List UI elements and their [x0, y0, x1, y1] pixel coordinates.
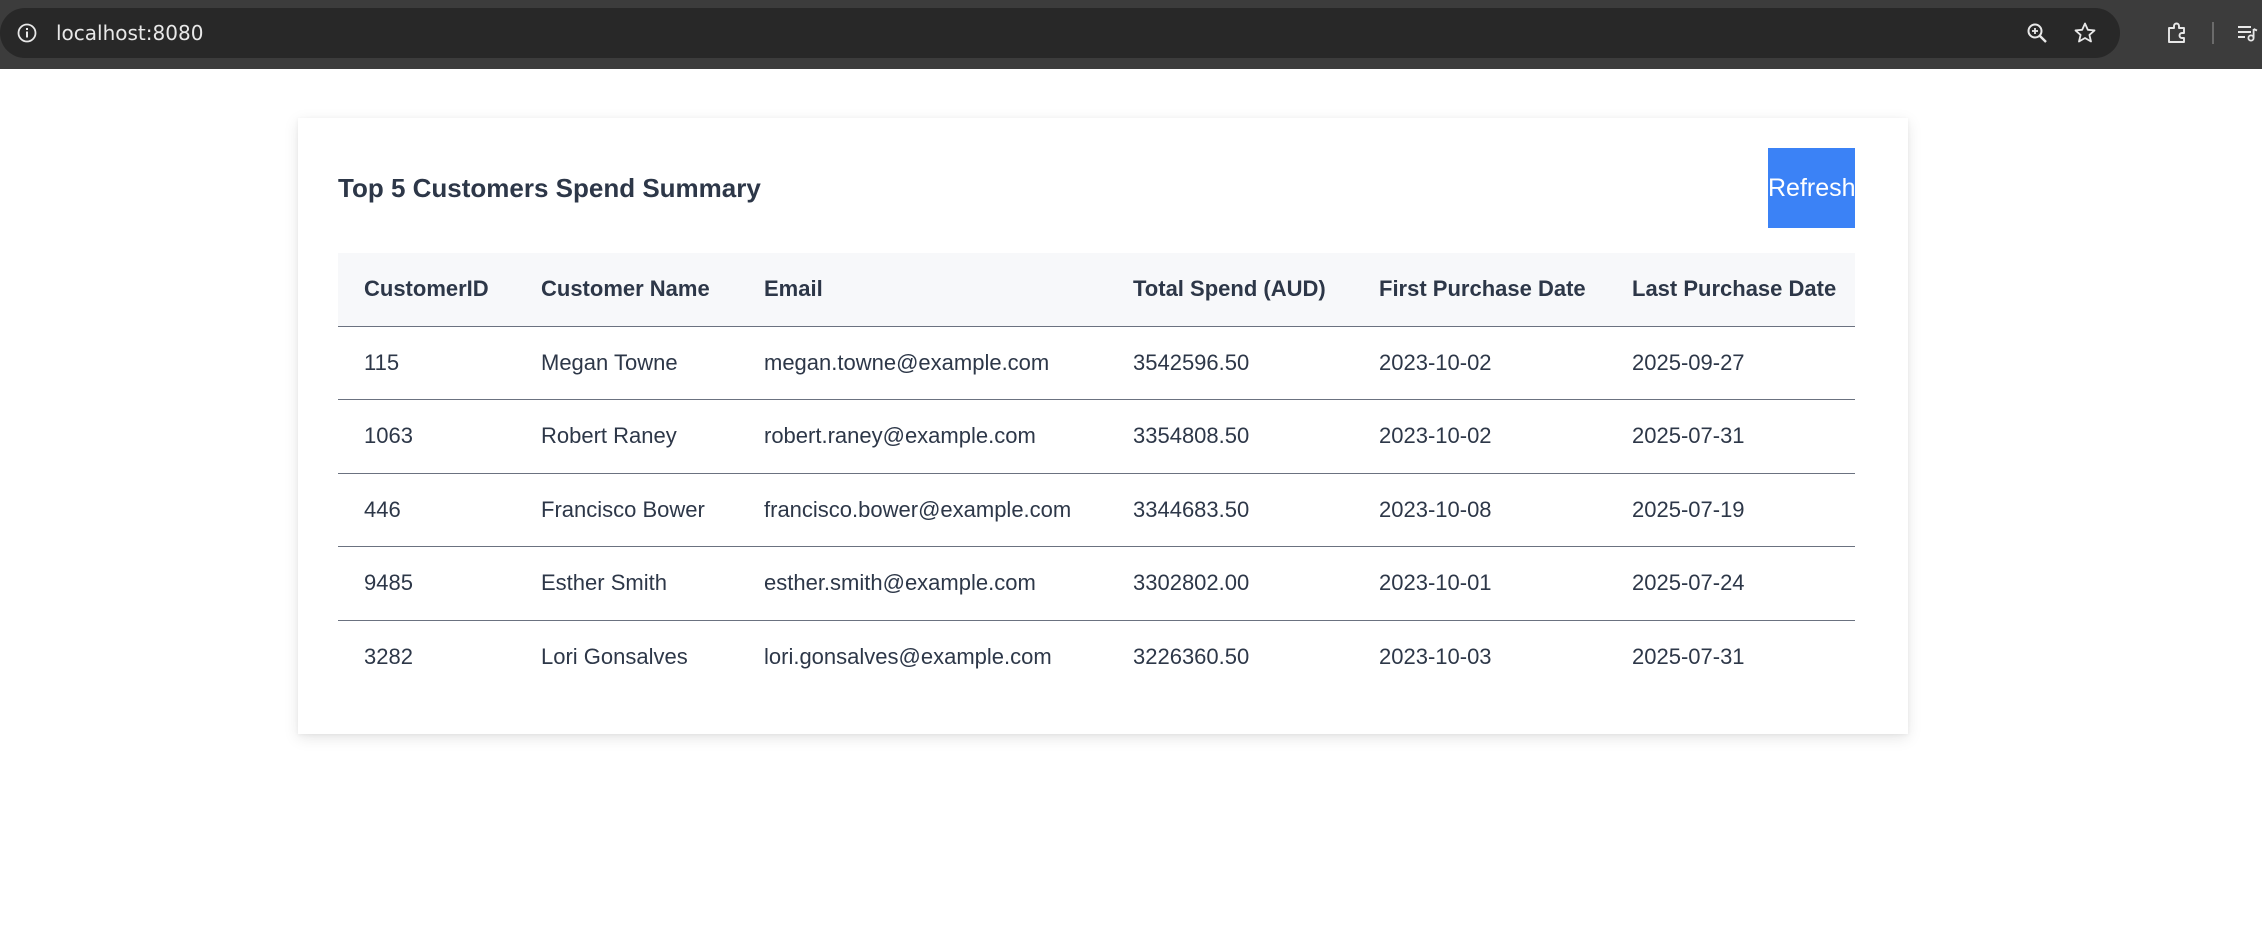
table-row: 1063 Robert Raney robert.raney@example.c… [338, 399, 1855, 474]
card-header: Top 5 Customers Spend Summary Refresh [338, 148, 1855, 228]
table-header-row: CustomerID Customer Name Email Total Spe… [338, 253, 1855, 327]
column-header-total-spend: Total Spend (AUD) [1107, 253, 1353, 327]
customers-table: CustomerID Customer Name Email Total Spe… [338, 253, 1855, 694]
cell-customer-id: 115 [338, 326, 515, 400]
cell-first-purchase: 2023-10-02 [1353, 326, 1606, 400]
cell-customer-id: 1063 [338, 399, 515, 474]
cell-customer-name: Lori Gonsalves [541, 644, 688, 669]
cell-email: francisco.bower@example.com [738, 473, 1107, 547]
cell-customer-name: Megan Towne [515, 326, 738, 400]
cell-total-spend: 3542596.50 [1107, 326, 1353, 400]
cell-email: megan.towne@example.com [738, 326, 1107, 400]
cell-total-spend: 3226360.50 [1133, 644, 1250, 669]
table-row: 3282 Lori Gonsalves lori.gonsalves@examp… [338, 620, 1855, 694]
cell-first-purchase: 2023-10-02 [1353, 399, 1606, 474]
site-info-icon[interactable] [10, 16, 44, 50]
cell-customer-id: 446 [338, 473, 515, 547]
cell-last-purchase: 2025-07-31 [1632, 644, 1745, 669]
cell-customer-name: Francisco Bower [515, 473, 738, 547]
toolbar-divider [2212, 22, 2214, 44]
cell-email: robert.raney@example.com [738, 399, 1107, 474]
column-header-last-purchase: Last Purchase Date [1606, 253, 1855, 327]
browser-toolbar: localhost:8080 [0, 0, 2262, 69]
column-header-first-purchase: First Purchase Date [1353, 253, 1606, 327]
star-icon[interactable] [2070, 18, 2100, 48]
page-title: Top 5 Customers Spend Summary [338, 173, 761, 203]
cell-customer-name: Esther Smith [515, 546, 738, 621]
cell-customer-id: 9485 [338, 546, 515, 621]
column-header-customer-id: CustomerID [338, 253, 515, 327]
cell-email: esther.smith@example.com [738, 546, 1107, 621]
cell-customer-id: 3282 [364, 644, 413, 669]
cell-customer-name: Robert Raney [515, 399, 738, 474]
address-bar[interactable]: localhost:8080 [0, 8, 2120, 58]
summary-card: Top 5 Customers Spend Summary Refresh Cu… [298, 118, 1908, 734]
cell-first-purchase: 2023-10-01 [1353, 546, 1606, 621]
cell-last-purchase: 2025-07-31 [1606, 399, 1855, 474]
column-header-email: Email [738, 253, 1107, 327]
url-text[interactable]: localhost:8080 [56, 21, 203, 45]
cell-email: lori.gonsalves@example.com [764, 644, 1052, 669]
cell-first-purchase: 2023-10-03 [1379, 644, 1492, 669]
table-row: 446 Francisco Bower francisco.bower@exam… [338, 473, 1855, 547]
cell-last-purchase: 2025-09-27 [1606, 326, 1855, 400]
cell-first-purchase: 2023-10-08 [1353, 473, 1606, 547]
table-row: 115 Megan Towne megan.towne@example.com … [338, 326, 1855, 400]
reading-list-icon[interactable] [2232, 18, 2262, 48]
table-row: 9485 Esther Smith esther.smith@example.c… [338, 546, 1855, 621]
refresh-button[interactable]: Refresh [1768, 148, 1855, 228]
extensions-icon[interactable] [2162, 18, 2192, 48]
cell-last-purchase: 2025-07-24 [1606, 546, 1855, 621]
cell-last-purchase: 2025-07-19 [1606, 473, 1855, 547]
column-header-customer-name: Customer Name [515, 253, 738, 327]
cell-total-spend: 3344683.50 [1107, 473, 1353, 547]
cell-total-spend: 3354808.50 [1107, 399, 1353, 474]
zoom-icon[interactable] [2022, 18, 2052, 48]
cell-total-spend: 3302802.00 [1107, 546, 1353, 621]
